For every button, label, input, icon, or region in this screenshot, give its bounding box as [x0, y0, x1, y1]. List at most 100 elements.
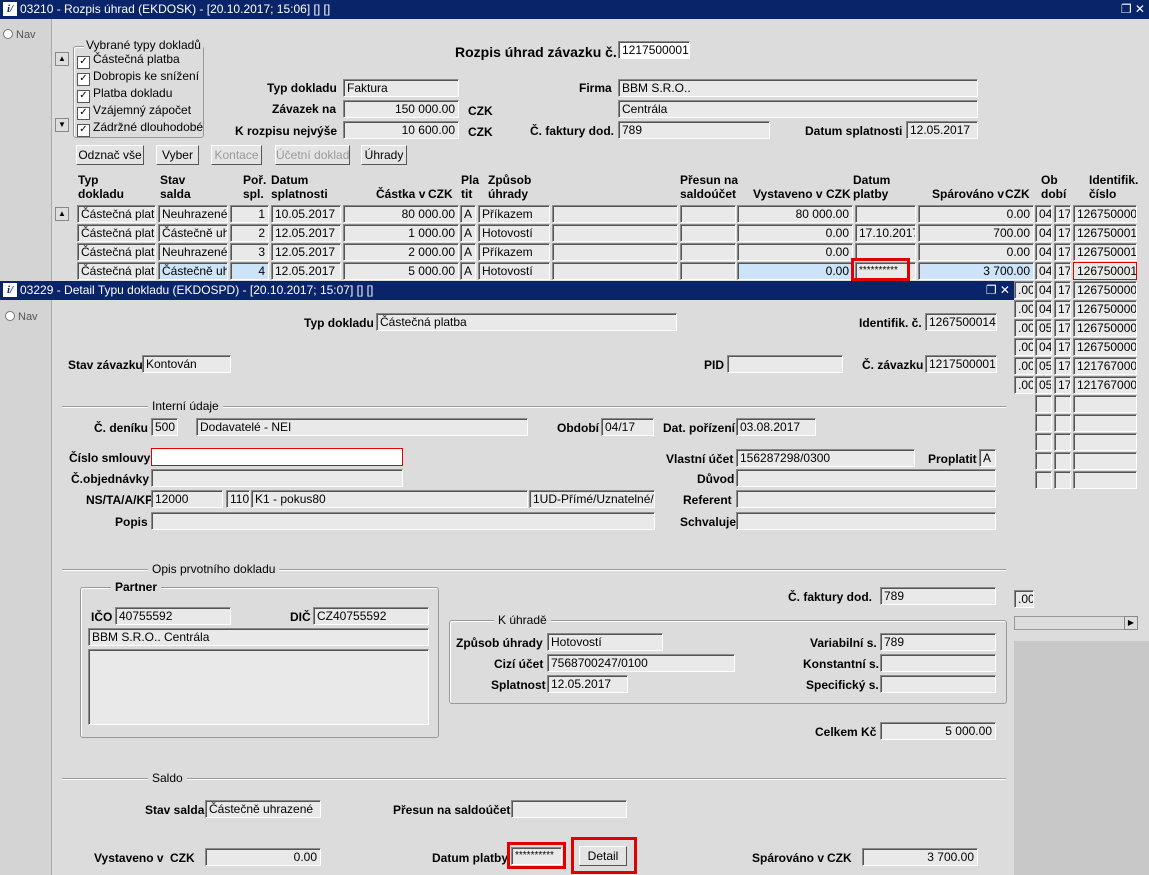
table-cell-total[interactable]: .00 [1014, 590, 1034, 608]
table-cell-ob2[interactable]: 17 [1054, 376, 1071, 394]
referent-field[interactable] [736, 490, 996, 508]
table-cell-identif[interactable]: 1267500015 [1073, 224, 1137, 242]
typ-dokladu-field[interactable]: Faktura [343, 79, 459, 97]
vlastni-ucet-field[interactable]: 156287298/0300 [736, 449, 915, 467]
table-cell-zpusob[interactable]: Příkazem [478, 205, 550, 223]
table-cell-typ[interactable]: Částečná platba [77, 224, 156, 242]
table-cell-val[interactable]: .00 [1014, 281, 1034, 299]
table-cell-ob1[interactable]: 05 [1035, 357, 1052, 375]
odznac-vse-button[interactable]: Odznač vše [76, 145, 144, 165]
table-cell-ob1[interactable]: 04 [1035, 243, 1052, 261]
table-cell-ob2[interactable]: 17 [1054, 319, 1071, 337]
kp-field[interactable]: 1UD-Přímé/Uznatelné/HČ- [529, 490, 655, 508]
table-cell-sparovano[interactable]: 0.00 [918, 205, 1034, 223]
table-cell-ob1[interactable]: 04 [1035, 205, 1052, 223]
doctype-item[interactable]: ✓ Platba dokladu [77, 85, 203, 103]
ns-field[interactable]: 12000 [151, 490, 223, 508]
table-cell-val[interactable]: .00 [1014, 300, 1034, 318]
checkbox-checked-icon[interactable]: ✓ [77, 124, 90, 137]
table-cell-typ[interactable]: Částečná platba [77, 262, 156, 280]
firma-field[interactable]: BBM S.R.O.. [618, 79, 978, 97]
specificky-field[interactable] [880, 675, 996, 693]
doctype-item[interactable]: ✓ Vzájemný zápočet [77, 102, 203, 120]
table-cell-por[interactable]: 4 [230, 262, 269, 280]
table-cell-ob1[interactable]: 04 [1035, 224, 1052, 242]
stav-salda-field[interactable]: Částečně uhrazené [205, 800, 321, 818]
partner-address-field[interactable] [88, 649, 429, 725]
table-cell-empty[interactable] [1054, 452, 1071, 470]
c-faktury-field[interactable]: 789 [618, 121, 770, 139]
table-cell-ob1[interactable]: 04 [1035, 338, 1052, 356]
table-hscrollbar[interactable] [1014, 616, 1137, 630]
table-cell-ob2[interactable]: 17 [1054, 262, 1071, 280]
table-cell-typ[interactable]: Částečná platba [77, 243, 156, 261]
table-cell-sparovano[interactable]: 3 700.00 [918, 262, 1034, 280]
objednavky-field[interactable] [151, 469, 403, 487]
table-cell-typ[interactable]: Částečná platba [77, 205, 156, 223]
table-cell-datum[interactable]: 12.05.2017 [271, 262, 341, 280]
zavazek-field[interactable]: 150 000.00 [343, 100, 459, 118]
table-cell-empty[interactable] [1054, 414, 1071, 432]
back-window-titlebar[interactable]: i/ 03210 - Rozpis úhrad (EKDOSK) - [20.1… [0, 0, 1149, 19]
table-cell-ob1[interactable]: 05 [1035, 319, 1052, 337]
table-cell-identif[interactable]: 1267500007 [1073, 338, 1137, 356]
partner-name-field[interactable]: BBM S.R.O.. Centrála [88, 628, 429, 646]
table-cell-castka[interactable]: 2 000.00 [343, 243, 459, 261]
pid-field[interactable] [727, 355, 843, 373]
table-cell-stav[interactable]: Částečně uhra [158, 262, 228, 280]
table-cell-val[interactable]: .00 [1014, 357, 1034, 375]
table-cell-empty[interactable] [1035, 452, 1052, 470]
restore-close-icon[interactable]: ❐ ✕ [1121, 0, 1145, 19]
table-cell-ob1[interactable]: 05 [1035, 376, 1052, 394]
table-cell-stav[interactable]: Neuhrazené [158, 243, 228, 261]
table-cell-ob1[interactable]: 04 [1035, 281, 1052, 299]
vystaveno-field[interactable]: 0.00 [205, 848, 321, 866]
table-cell-ob2[interactable]: 17 [1054, 224, 1071, 242]
k-rozpisu-field[interactable]: 10 600.00 [343, 121, 459, 139]
table-cell-ob2[interactable]: 17 [1054, 243, 1071, 261]
zpusob-field[interactable]: Hotovostí [547, 633, 663, 651]
table-cell-datum[interactable]: 12.05.2017 [271, 224, 341, 242]
table-cell-platit[interactable]: A [460, 224, 476, 242]
table-cell-identif[interactable]: 1267500001 [1073, 281, 1137, 299]
table-cell-sparovano[interactable]: 0.00 [918, 243, 1034, 261]
table-cell-identif[interactable]: 1267500016 [1073, 243, 1137, 261]
table-cell-castka[interactable]: 1 000.00 [343, 224, 459, 242]
schvaluje-field[interactable] [736, 512, 996, 530]
table-cell-identif[interactable]: 1267500014 [1073, 262, 1137, 280]
restore-close-icon[interactable]: ❐ ✕ [986, 281, 1010, 300]
popis-field[interactable] [151, 512, 655, 530]
cizi-ucet-field[interactable]: 7568700247/0100 [547, 654, 735, 672]
dat-porizeni-field[interactable]: 03.08.2017 [736, 418, 816, 436]
table-cell-ob1[interactable]: 04 [1035, 262, 1052, 280]
table-cell-empty[interactable] [1035, 395, 1052, 413]
table-cell-vystaveno[interactable]: 0.00 [737, 262, 853, 280]
vyber-button[interactable]: Vyber [156, 145, 199, 165]
table-cell--blank1[interactable] [552, 262, 678, 280]
table-cell-identif[interactable]: 1217670001 [1073, 357, 1137, 375]
table-cell-ob2[interactable]: 17 [1054, 338, 1071, 356]
table-cell-empty[interactable] [1054, 395, 1071, 413]
table-cell-platit[interactable]: A [460, 205, 476, 223]
table-cell-datum-platby[interactable] [855, 205, 916, 223]
table-cell-identif[interactable]: 1217670003 [1073, 376, 1137, 394]
table-cell-castka[interactable]: 80 000.00 [343, 205, 459, 223]
table-cell--blank1[interactable] [552, 205, 678, 223]
table-cell-castka[interactable]: 5 000.00 [343, 262, 459, 280]
c-faktury-field[interactable]: 789 [880, 587, 996, 605]
presun-field[interactable] [511, 800, 627, 818]
konstantni-field[interactable] [880, 654, 996, 672]
table-cell-ob2[interactable]: 17 [1054, 300, 1071, 318]
table-cell-val[interactable]: .00 [1014, 319, 1034, 337]
table-cell-empty[interactable] [1054, 433, 1071, 451]
identif-field[interactable]: 1267500014 [925, 313, 997, 331]
table-cell-platit[interactable]: A [460, 243, 476, 261]
c-zavazku-field[interactable]: 1217500001 [925, 355, 997, 373]
c-deniku-field[interactable]: 500 [151, 418, 178, 436]
table-cell-vystaveno[interactable]: 0.00 [737, 243, 853, 261]
scroll-right-icon[interactable]: ▶ [1124, 616, 1138, 630]
table-cell--blank2[interactable] [680, 243, 736, 261]
table-cell-empty[interactable] [1054, 471, 1071, 489]
front-window-titlebar[interactable]: i/ 03229 - Detail Typu dokladu (EKDOSPD)… [0, 281, 1014, 300]
table-cell-zpusob[interactable]: Hotovostí [478, 262, 550, 280]
